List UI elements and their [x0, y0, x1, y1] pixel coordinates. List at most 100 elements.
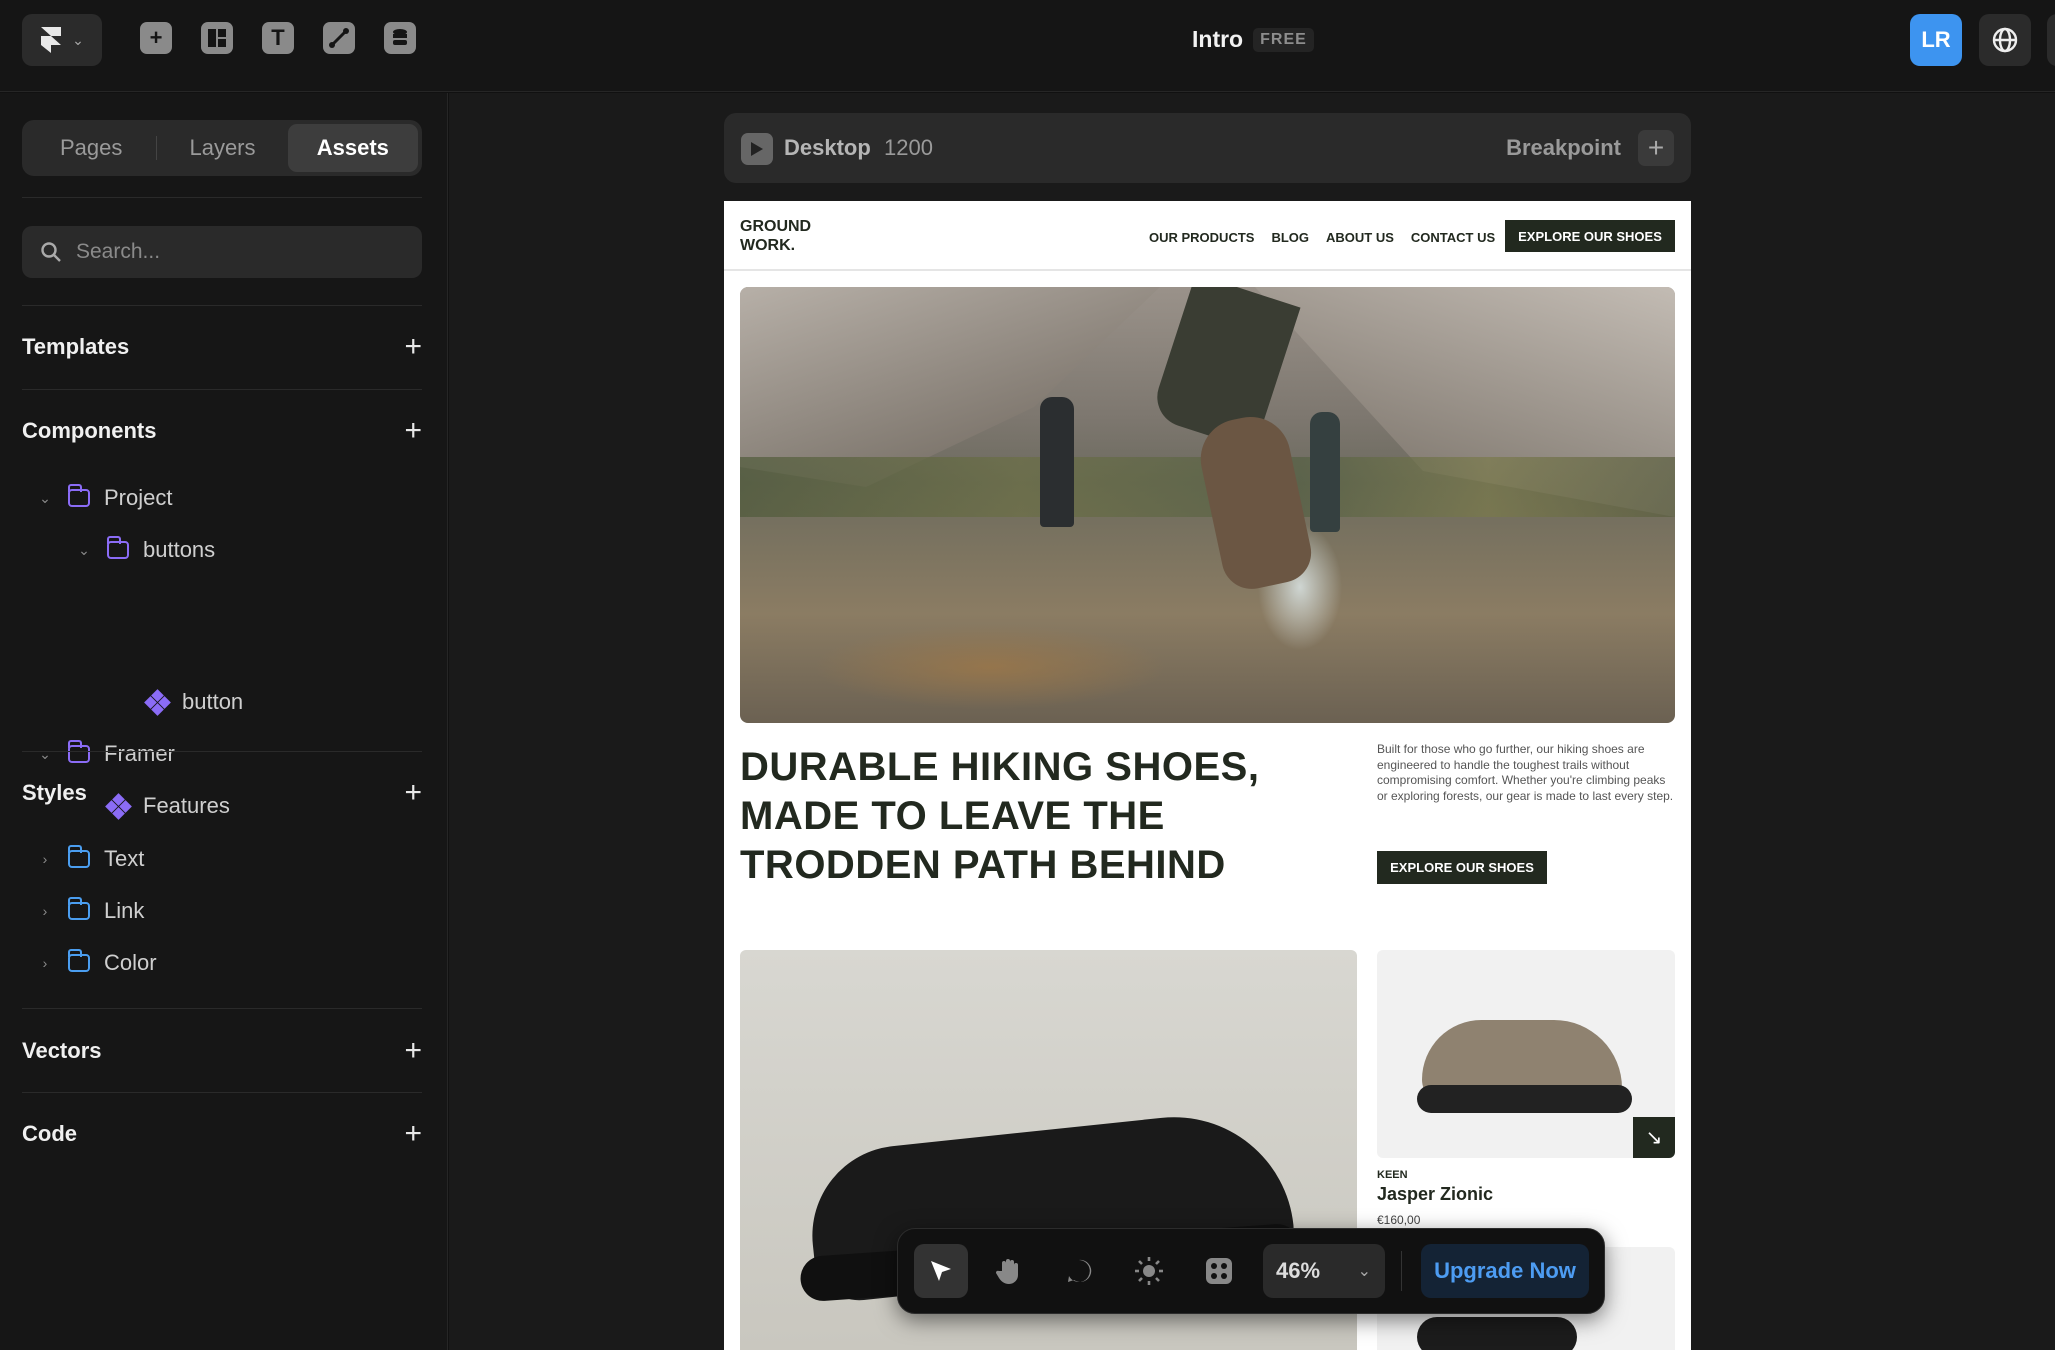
project-title-group: Intro FREE	[1192, 26, 1314, 53]
section-code[interactable]: Code +	[22, 1114, 422, 1154]
plugins-icon	[1206, 1258, 1232, 1284]
hand-icon	[996, 1259, 1018, 1284]
section-title: Styles	[22, 780, 87, 805]
framer-logo-icon	[41, 27, 62, 53]
section-styles[interactable]: Styles +	[22, 773, 422, 813]
hiker-figure	[1040, 397, 1074, 527]
tree-item-project[interactable]: ⌄ Project	[36, 478, 172, 518]
comment-tool-button[interactable]	[1052, 1244, 1106, 1298]
shoe-sole	[1417, 1085, 1632, 1113]
add-component-icon[interactable]: +	[404, 416, 422, 446]
folder-icon	[68, 949, 90, 972]
tree-item-button[interactable]: button	[144, 682, 244, 722]
chevron-right-icon[interactable]: ›	[36, 851, 54, 867]
plan-badge: FREE	[1253, 27, 1314, 52]
website-frame[interactable]: GROUND WORK. OUR PRODUCTS BLOG ABOUT US …	[724, 201, 1691, 1350]
site-brand[interactable]: GROUND WORK.	[740, 217, 830, 255]
section-title: Code	[22, 1121, 77, 1146]
breakpoint-label: Breakpoint	[1506, 135, 1621, 160]
sun-icon	[1135, 1257, 1163, 1285]
zoom-select[interactable]: 46% ⌄	[1263, 1244, 1385, 1298]
publish-globe-button[interactable]	[1979, 14, 2031, 66]
folder-icon	[68, 897, 90, 920]
plugins-button[interactable]	[1192, 1244, 1246, 1298]
tree-item-buttons[interactable]: ⌄ buttons	[75, 530, 215, 570]
section-components[interactable]: Components +	[22, 411, 422, 451]
tree-item-framer[interactable]: ⌄ Framer	[36, 734, 175, 774]
hero-headline: DURABLE HIKING SHOES, MADE TO LEAVE THE …	[740, 745, 1260, 887]
preview-play-button[interactable]	[741, 133, 773, 165]
tab-layers[interactable]: Layers	[157, 124, 287, 172]
site-nav-links: OUR PRODUCTS BLOG ABOUT US CONTACT US	[1149, 230, 1495, 245]
chevron-down-icon: ⌄	[72, 31, 84, 48]
cursor-arrow-icon	[931, 1261, 951, 1281]
left-sidebar: Pages Layers Assets Templates + Componen…	[0, 93, 448, 1350]
nav-cta-button[interactable]: EXPLORE OUR SHOES	[1505, 220, 1675, 252]
chevron-right-icon[interactable]: ›	[36, 955, 54, 971]
tab-pages[interactable]: Pages	[26, 124, 156, 172]
folder-icon	[68, 740, 90, 763]
insert-icon[interactable]: +	[140, 22, 172, 54]
tree-item-label: Link	[104, 898, 145, 923]
tree-item-color[interactable]: › Color	[36, 943, 157, 983]
section-title: Vectors	[22, 1038, 102, 1063]
upgrade-button[interactable]: Upgrade Now	[1421, 1244, 1589, 1298]
layout-icon[interactable]	[201, 22, 233, 54]
tree-item-label: Color	[104, 950, 157, 975]
comment-icon	[1068, 1259, 1092, 1282]
divider	[22, 751, 422, 752]
add-breakpoint-button[interactable]: +	[1638, 130, 1674, 166]
site-nav: GROUND WORK. OUR PRODUCTS BLOG ABOUT US …	[724, 201, 1691, 271]
text-icon[interactable]: T	[262, 22, 294, 54]
add-template-icon[interactable]: +	[404, 332, 422, 362]
arrow-down-right-icon[interactable]: ↘	[1633, 1117, 1675, 1158]
section-templates[interactable]: Templates +	[22, 327, 422, 367]
breakpoint-name[interactable]: Desktop	[784, 135, 871, 161]
divider	[22, 1008, 422, 1009]
play-icon	[751, 142, 763, 156]
nav-link-about[interactable]: ABOUT US	[1326, 230, 1394, 245]
tree-item-label: Project	[104, 485, 173, 510]
canvas-toolbar: 46% ⌄ Upgrade Now	[897, 1228, 1605, 1314]
nav-link-contact[interactable]: CONTACT US	[1411, 230, 1495, 245]
add-vector-icon[interactable]: +	[404, 1036, 422, 1066]
chevron-right-icon[interactable]: ›	[36, 903, 54, 919]
framer-menu-button[interactable]: ⌄	[22, 14, 102, 66]
add-code-icon[interactable]: +	[404, 1119, 422, 1149]
product-name[interactable]: Jasper Zionic	[1377, 1184, 1493, 1205]
hand-tool-button[interactable]	[982, 1244, 1036, 1298]
project-title[interactable]: Intro	[1192, 26, 1243, 53]
user-avatar[interactable]: LR	[1910, 14, 1962, 66]
hero-image	[740, 287, 1675, 723]
section-title: Templates	[22, 334, 130, 359]
hero-cta-button[interactable]: EXPLORE OUR SHOES	[1377, 851, 1547, 884]
top-toolbar: ⌄ + T Intro FREE LR	[0, 0, 2055, 92]
section-vectors[interactable]: Vectors +	[22, 1031, 422, 1071]
folder-icon	[68, 484, 90, 507]
asset-search	[22, 226, 422, 278]
overflow-button[interactable]	[2047, 14, 2055, 66]
search-input[interactable]	[76, 240, 396, 264]
select-tool-button[interactable]	[914, 1244, 968, 1298]
nav-link-products[interactable]: OUR PRODUCTS	[1149, 230, 1254, 245]
cms-icon[interactable]	[384, 22, 416, 54]
zoom-value: 46%	[1276, 1258, 1321, 1283]
tree-item-text[interactable]: › Text	[36, 839, 144, 879]
chevron-down-icon[interactable]: ⌄	[36, 490, 54, 507]
vector-pen-icon[interactable]	[323, 22, 355, 54]
theme-toggle-button[interactable]	[1122, 1244, 1176, 1298]
chevron-down-icon[interactable]: ⌄	[36, 746, 54, 763]
tree-item-label: button	[182, 689, 244, 714]
divider	[22, 1092, 422, 1093]
hiking-boot	[1193, 409, 1317, 595]
divider	[22, 197, 422, 198]
breakpoint-bar: Desktop 1200 Breakpoint +	[724, 113, 1691, 183]
product-card-image[interactable]: ↘	[1377, 950, 1675, 1158]
add-style-icon[interactable]: +	[404, 778, 422, 808]
nav-link-blog[interactable]: BLOG	[1271, 230, 1309, 245]
tree-item-label: Framer	[104, 741, 175, 766]
tab-assets[interactable]: Assets	[287, 124, 418, 172]
folder-icon	[107, 536, 129, 559]
chevron-down-icon[interactable]: ⌄	[75, 542, 93, 559]
tree-item-link[interactable]: › Link	[36, 891, 144, 931]
